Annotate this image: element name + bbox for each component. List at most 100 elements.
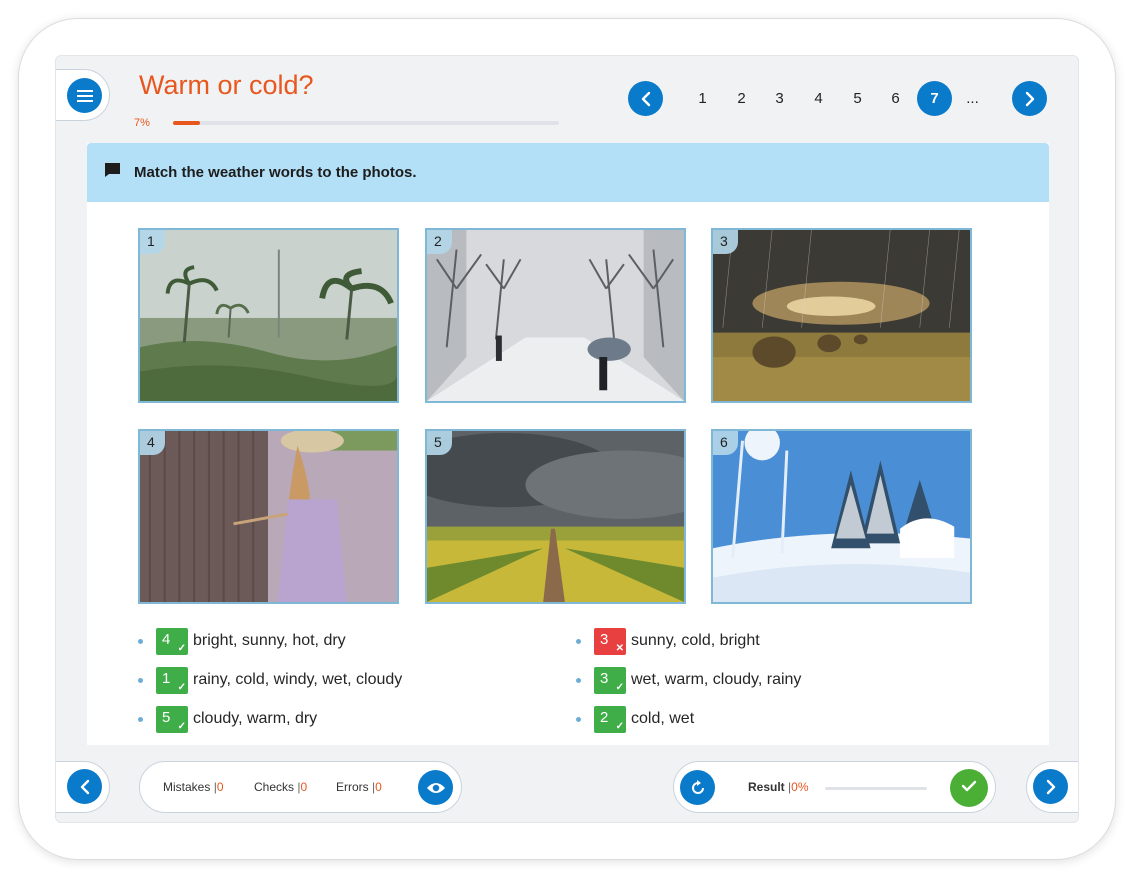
pager-next-button[interactable]	[1012, 81, 1047, 116]
photo-1: 1	[138, 228, 399, 403]
checks-value: 0	[300, 780, 308, 794]
page-3[interactable]: 3	[762, 81, 797, 116]
badge-number: 5	[162, 708, 171, 726]
hamburger-menu-icon	[76, 89, 93, 103]
answer-item[interactable]: 3 ✓ wet, warm, cloudy, rainy	[576, 666, 801, 694]
photo-windy-palms	[140, 230, 397, 401]
result-label: Result	[748, 780, 785, 794]
chevron-right-icon	[1045, 779, 1057, 795]
mistakes-stat: Mistakes |0	[163, 780, 224, 794]
check-icon: ✓	[177, 681, 186, 693]
show-answers-button[interactable]	[418, 770, 453, 805]
errors-stat: Errors |0	[336, 780, 382, 794]
eye-icon	[426, 781, 446, 795]
answer-badge[interactable]: 4 ✓	[156, 627, 188, 655]
answer-item[interactable]: 3 ✕ sunny, cold, bright	[576, 627, 760, 655]
page-6[interactable]: 6	[878, 81, 913, 116]
answer-item[interactable]: 2 ✓ cold, wet	[576, 705, 694, 733]
badge-number: 3	[600, 630, 609, 648]
exercise-screen: Warm or cold? 7% 1 2 3 4 5 6 7 ... Match	[55, 55, 1079, 823]
check-icon: ✓	[177, 642, 186, 654]
answer-words: wet, warm, cloudy, rainy	[631, 671, 802, 688]
stats-panel: Mistakes |0 Checks |0 Errors |0	[139, 761, 462, 813]
pager-prev-button[interactable]	[628, 81, 663, 116]
list-bullet	[576, 677, 581, 683]
list-bullet	[138, 638, 143, 644]
photo-2: 2	[425, 228, 686, 403]
page-more[interactable]: ...	[955, 81, 990, 116]
check-icon: ✓	[615, 681, 624, 693]
check-icon: ✓	[615, 720, 624, 732]
photo-5: 5	[425, 429, 686, 604]
mistakes-value: 0	[216, 780, 224, 794]
list-bullet	[576, 716, 581, 722]
page-7[interactable]: 7	[917, 81, 952, 116]
photo-4: 4	[138, 429, 399, 604]
answer-words: cold, wet	[631, 710, 695, 727]
chevron-left-icon	[640, 91, 652, 107]
answer-words: cloudy, warm, dry	[193, 710, 318, 727]
page-2[interactable]: 2	[724, 81, 759, 116]
photo-number: 4	[140, 431, 165, 455]
list-bullet	[138, 677, 143, 683]
photo-snowy-park	[427, 230, 684, 401]
errors-value: 0	[375, 780, 382, 794]
instruction-bar: Match the weather words to the photos.	[87, 143, 1049, 202]
checks-label: Checks	[254, 780, 295, 794]
footer-prev-button[interactable]	[67, 769, 102, 804]
result-progress-bar	[825, 787, 927, 790]
answer-words: rainy, cold, windy, wet, cloudy	[193, 671, 403, 688]
badge-number: 3	[600, 669, 609, 687]
badge-number: 2	[600, 708, 609, 726]
page-1[interactable]: 1	[685, 81, 720, 116]
speech-bubble-icon	[104, 162, 121, 183]
page-5[interactable]: 5	[840, 81, 875, 116]
answer-badge[interactable]: 1 ✓	[156, 666, 188, 694]
photo-number: 1	[140, 230, 165, 254]
result-value: 0%	[791, 780, 809, 794]
result-stat: Result |0%	[748, 780, 809, 794]
answer-badge[interactable]: 3 ✕	[594, 627, 626, 655]
answer-badge[interactable]: 5 ✓	[156, 705, 188, 733]
photo-sunny-snow	[713, 431, 970, 602]
cross-icon: ✕	[615, 642, 624, 654]
result-panel: Result |0%	[673, 761, 996, 813]
answer-words: bright, sunny, hot, dry	[193, 632, 346, 649]
check-answers-button[interactable]	[950, 769, 988, 807]
reset-button[interactable]	[680, 770, 715, 805]
errors-label: Errors	[336, 780, 369, 794]
checks-stat: Checks |0	[254, 780, 307, 794]
progress-fill	[173, 121, 201, 125]
menu-button[interactable]	[67, 78, 102, 113]
photo-3: 3	[711, 228, 972, 403]
instruction-text: Match the weather words to the photos.	[134, 164, 417, 181]
answer-badge[interactable]: 2 ✓	[594, 705, 626, 733]
answer-badge[interactable]: 3 ✓	[594, 666, 626, 694]
chevron-right-icon	[1024, 91, 1036, 107]
photo-cloudy-field	[427, 431, 684, 602]
list-bullet	[138, 716, 143, 722]
page-4[interactable]: 4	[801, 81, 836, 116]
photo-number: 5	[427, 431, 452, 455]
check-icon	[961, 779, 977, 797]
check-icon: ✓	[177, 720, 186, 732]
answer-item[interactable]: 1 ✓ rainy, cold, windy, wet, cloudy	[138, 666, 402, 694]
photo-stormy-field	[713, 230, 970, 401]
answer-item[interactable]: 4 ✓ bright, sunny, hot, dry	[138, 627, 346, 655]
progress-bar	[173, 121, 559, 125]
footer-next-button[interactable]	[1033, 769, 1068, 804]
page-title: Warm or cold?	[139, 70, 314, 100]
progress-label: 7%	[134, 117, 150, 129]
list-bullet	[576, 638, 581, 644]
mistakes-label: Mistakes	[163, 780, 211, 794]
photo-number: 2	[427, 230, 452, 254]
refresh-icon	[690, 779, 706, 796]
photo-number: 3	[713, 230, 738, 254]
chevron-left-icon	[79, 779, 91, 795]
badge-number: 4	[162, 630, 171, 648]
badge-number: 1	[162, 669, 171, 687]
answer-item[interactable]: 5 ✓ cloudy, warm, dry	[138, 705, 317, 733]
exercise-content: Match the weather words to the photos. 1…	[87, 143, 1049, 745]
photo-number: 6	[713, 431, 738, 455]
photo-girl-fence	[140, 431, 397, 602]
